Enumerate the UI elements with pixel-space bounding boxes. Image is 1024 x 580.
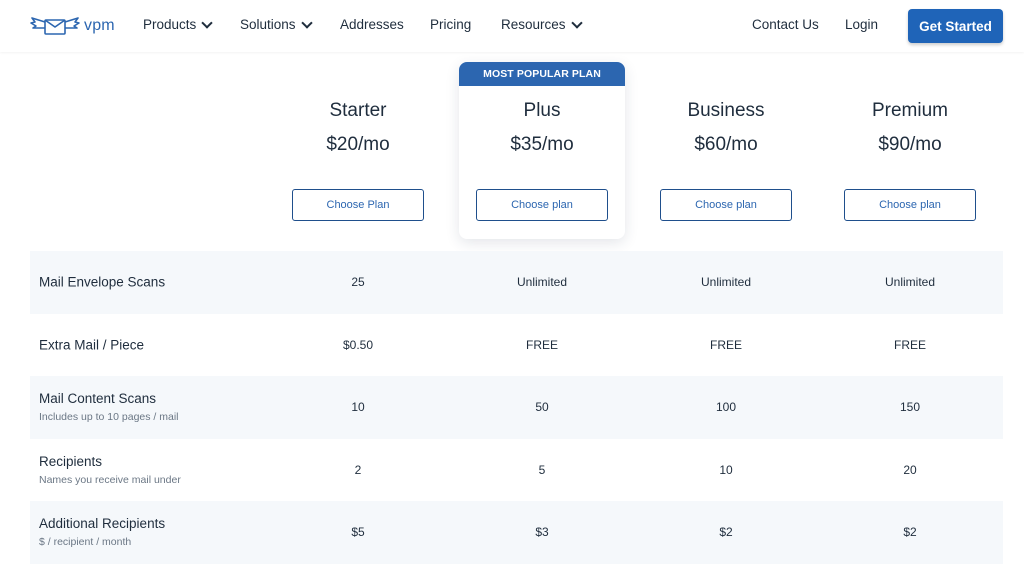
nav-resources-label: Resources — [501, 17, 566, 32]
feature-subtext: $ / recipient / month — [39, 536, 132, 549]
nav-contact-us[interactable]: Contact Us — [752, 17, 819, 32]
feature-comparison-table: Mail Envelope Scans 25 Unlimited Unlimit… — [30, 251, 1003, 564]
chevron-down-icon — [570, 16, 583, 29]
feature-label: Mail Content Scans Includes up to 10 pag… — [39, 391, 179, 423]
plan-price: $35/mo — [510, 134, 574, 155]
table-cell: 25 — [351, 275, 365, 290]
plan-price: $20/mo — [326, 134, 390, 155]
table-cell: Unlimited — [516, 275, 567, 290]
feature-name: Recipients — [39, 453, 103, 469]
nav-login-label: Login — [845, 17, 879, 32]
table-row: Mail Content Scans Includes up to 10 pag… — [30, 376, 1003, 439]
plan-plus: Plus $35/mo Choose plan — [459, 96, 625, 221]
feature-name: Mail Envelope Scans — [39, 274, 166, 290]
nav-pricing[interactable]: Pricing — [430, 17, 471, 32]
table-cell: 50 — [535, 400, 549, 415]
winged-envelope-icon — [30, 17, 80, 35]
feature-label: Additional Recipients $ / recipient / mo… — [39, 516, 165, 548]
nav-resources[interactable]: Resources — [501, 16, 583, 32]
table-cell: $2 — [903, 525, 917, 540]
nav-contact-label: Contact Us — [752, 17, 819, 32]
table-cell: 2 — [354, 462, 362, 477]
table-cell: FREE — [893, 337, 926, 352]
chevron-down-icon — [300, 16, 313, 29]
nav-products-label: Products — [143, 17, 197, 32]
plan-business: Business $60/mo Choose plan — [643, 96, 809, 221]
plan-name: Business — [687, 100, 765, 121]
choose-plan-premium-button[interactable]: Choose plan — [844, 189, 976, 221]
plan-name: Plus — [523, 100, 561, 121]
table-cell: 150 — [899, 400, 921, 415]
nav-login[interactable]: Login — [845, 17, 878, 32]
popular-plan-banner: MOST POPULAR PLAN — [459, 62, 625, 86]
nav-solutions[interactable]: Solutions — [240, 16, 313, 32]
feature-name: Mail Content Scans — [39, 391, 157, 407]
table-row: Extra Mail / Piece $0.50 FREE FREE FREE — [30, 314, 1003, 377]
logo[interactable]: vpm — [30, 12, 115, 40]
feature-subtext: Names you receive mail under — [39, 473, 181, 486]
table-cell: $2 — [719, 525, 733, 540]
table-cell: $3 — [535, 525, 549, 540]
nav-pricing-label: Pricing — [430, 17, 472, 32]
table-cell: 20 — [903, 462, 917, 477]
table-cell: 10 — [719, 462, 733, 477]
nav-products[interactable]: Products — [143, 16, 213, 32]
feature-label: Recipients Names you receive mail under — [39, 454, 181, 486]
table-cell: 5 — [538, 462, 546, 477]
nav-addresses-label: Addresses — [340, 17, 404, 32]
plan-premium: Premium $90/mo Choose plan — [827, 96, 993, 221]
logo-text: vpm — [84, 17, 115, 34]
table-cell: $0.50 — [342, 337, 374, 352]
feature-label: Mail Envelope Scans — [39, 275, 165, 290]
get-started-button[interactable]: Get Started — [908, 9, 1003, 43]
table-row: Mail Envelope Scans 25 Unlimited Unlimit… — [30, 251, 1003, 314]
choose-plan-starter-button[interactable]: Choose Plan — [292, 189, 424, 221]
nav-solutions-label: Solutions — [240, 17, 296, 32]
table-cell: Unlimited — [700, 275, 751, 290]
table-cell: 100 — [715, 400, 737, 415]
choose-plan-business-button[interactable]: Choose plan — [660, 189, 792, 221]
feature-label: Extra Mail / Piece — [39, 337, 144, 352]
table-row: Recipients Names you receive mail under … — [30, 439, 1003, 502]
chevron-down-icon — [201, 16, 213, 29]
feature-name: Additional Recipients — [39, 516, 166, 532]
feature-subtext: Includes up to 10 pages / mail — [39, 411, 179, 424]
plan-price: $60/mo — [694, 134, 758, 155]
top-navbar: vpm Products Solutions Addresses Pricing… — [0, 0, 1024, 52]
plan-price: $90/mo — [878, 134, 942, 155]
plan-name: Premium — [871, 100, 948, 121]
plan-name: Starter — [329, 100, 387, 121]
choose-plan-plus-button[interactable]: Choose plan — [476, 189, 608, 221]
table-row: Additional Recipients $ / recipient / mo… — [30, 501, 1003, 564]
table-cell: $5 — [351, 525, 365, 540]
table-cell: FREE — [525, 337, 558, 352]
plan-starter: Starter $20/mo Choose Plan — [275, 96, 441, 221]
feature-name: Extra Mail / Piece — [39, 337, 145, 353]
table-cell: Unlimited — [884, 275, 935, 290]
nav-addresses[interactable]: Addresses — [340, 17, 404, 32]
table-cell: FREE — [709, 337, 742, 352]
table-cell: 10 — [351, 400, 365, 415]
